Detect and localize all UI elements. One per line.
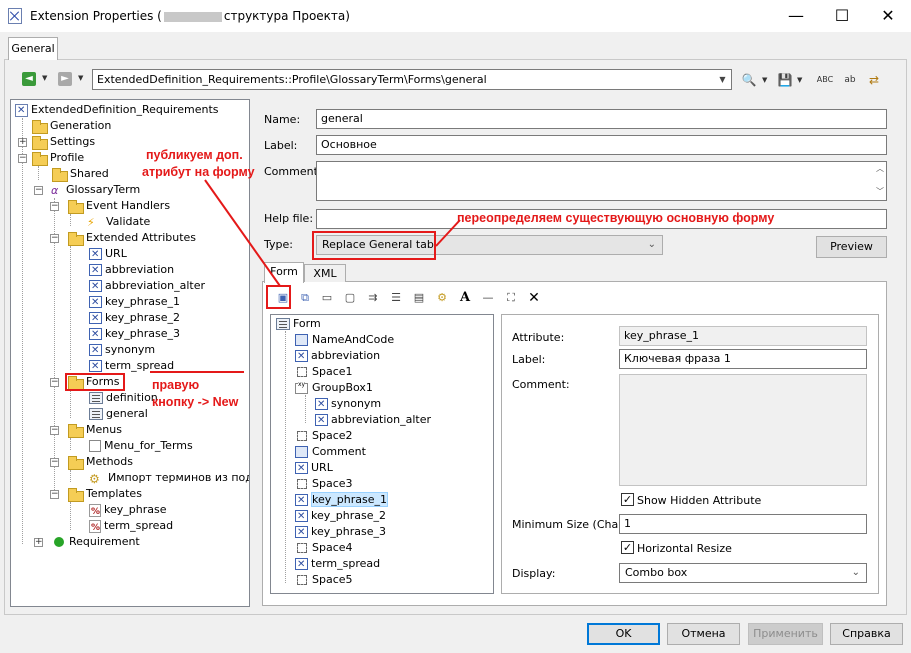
annotation-override: переопределяем существующую основную фор… xyxy=(457,211,775,225)
annotation-right-click-line1: правую xyxy=(152,378,200,392)
annotation-right-click-line2: кнопку -> New xyxy=(152,395,239,409)
annotation-arrows xyxy=(150,179,461,373)
annotation-box-forms xyxy=(65,373,125,391)
annotation-arrow-publish xyxy=(204,179,281,287)
annotation-publish-line1: публикуем доп. xyxy=(146,148,243,162)
annotation-box-add-attribute xyxy=(266,285,291,309)
annotation-publish-line2: атрибут на форму xyxy=(142,165,255,179)
annotation-box-type xyxy=(312,231,436,260)
